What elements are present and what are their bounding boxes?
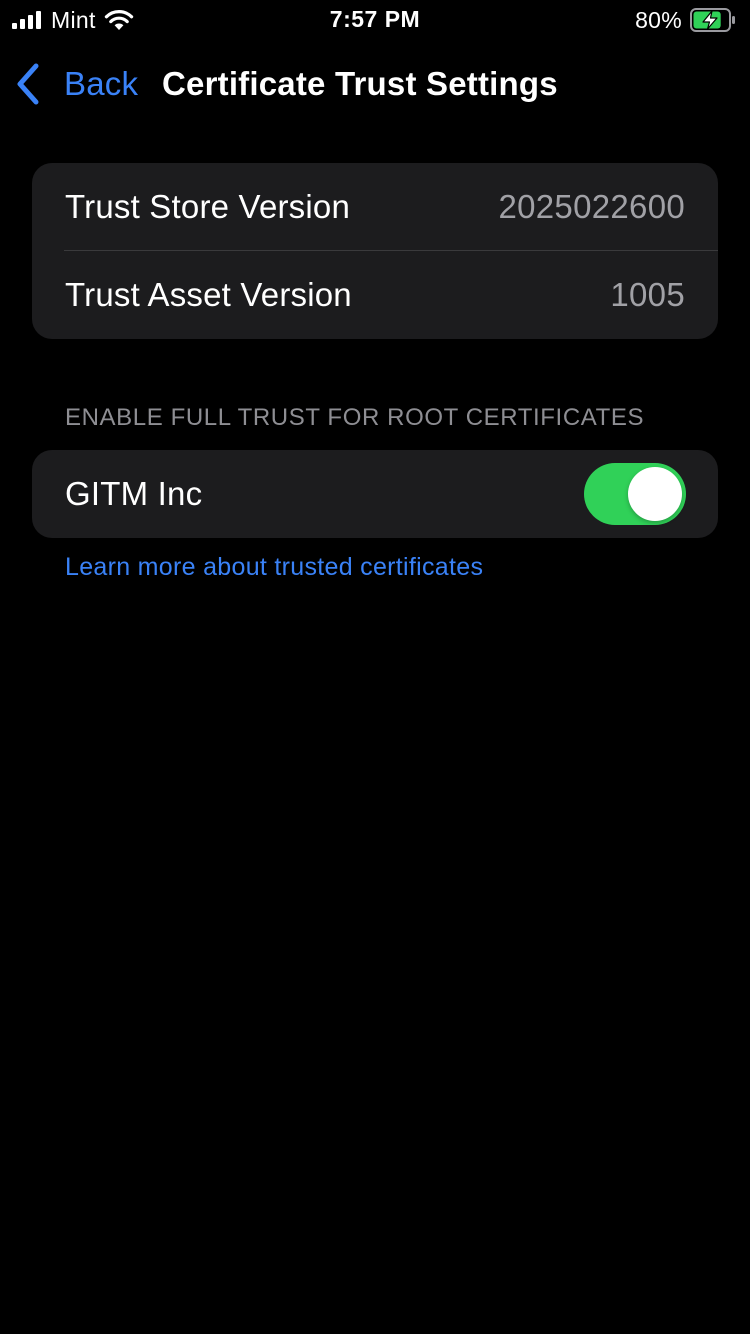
trust-store-version-value: 2025022600 <box>498 188 685 225</box>
learn-more-link[interactable]: Learn more about trusted certificates <box>65 553 483 582</box>
trust-asset-version-value: 1005 <box>610 276 685 313</box>
toggle-knob <box>628 467 682 521</box>
root-certificates-group: GITM Inc <box>32 450 718 538</box>
chevron-left-icon <box>17 63 39 105</box>
section-header-full-trust: ENABLE FULL TRUST FOR ROOT CERTIFICATES <box>65 404 645 431</box>
trust-asset-version-label: Trust Asset Version <box>65 276 352 313</box>
battery-percent: 80% <box>635 6 682 33</box>
page-title: Certificate Trust Settings <box>162 65 558 102</box>
back-button-label: Back <box>64 65 139 102</box>
version-info-group: Trust Store Version 2025022600 Trust Ass… <box>32 163 718 339</box>
status-bar: Mint 7:57 PM 80% <box>0 0 750 40</box>
battery-charging-icon <box>690 8 735 32</box>
trust-store-version-row: Trust Store Version 2025022600 <box>32 163 718 251</box>
certificate-name: GITM Inc <box>65 475 203 512</box>
full-trust-toggle[interactable] <box>584 463 686 525</box>
trust-asset-version-row: Trust Asset Version 1005 <box>32 251 718 339</box>
status-bar-right: 80% <box>635 6 736 34</box>
trust-store-version-label: Trust Store Version <box>65 188 351 225</box>
navigation-bar: Back Certificate Trust Settings <box>0 56 750 114</box>
certificate-row: GITM Inc <box>32 450 718 538</box>
back-button[interactable]: Back <box>14 62 138 106</box>
